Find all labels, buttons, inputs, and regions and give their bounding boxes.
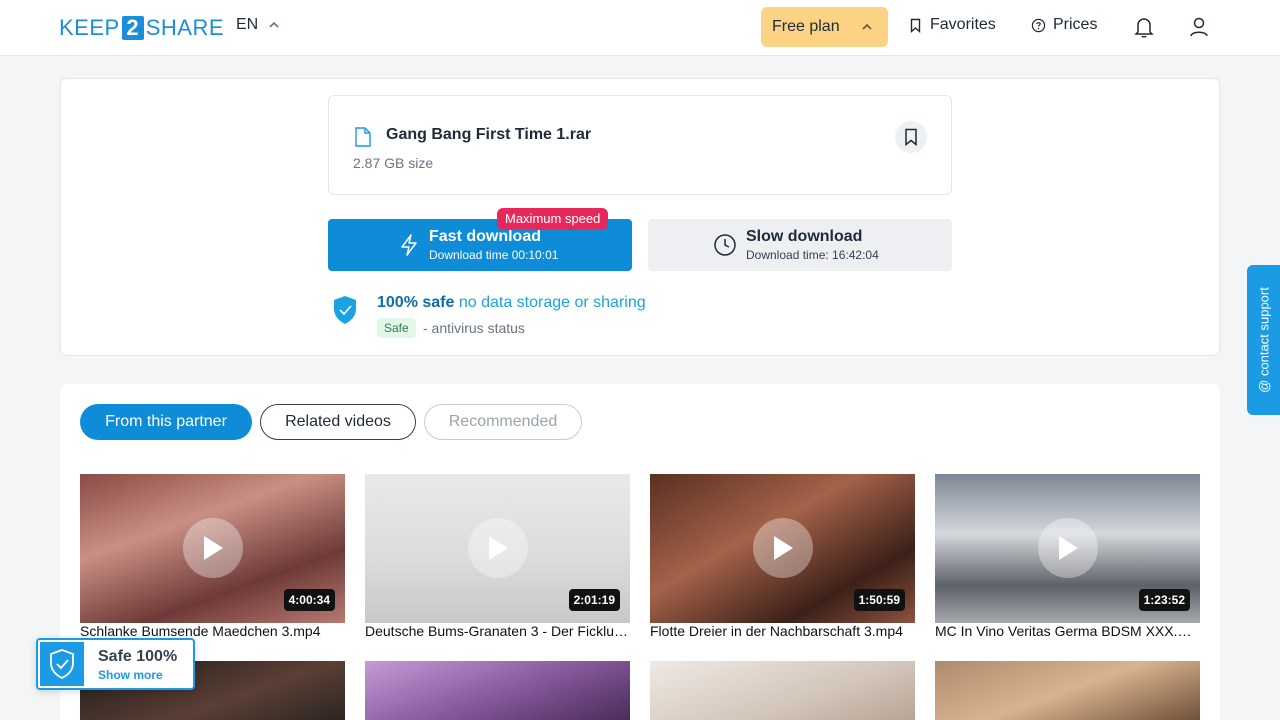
add-favorite-button[interactable] <box>895 121 927 153</box>
account-button[interactable] <box>1187 14 1211 40</box>
tab-recommended[interactable]: Recommended <box>424 404 582 440</box>
bookmark-icon <box>910 18 921 33</box>
contact-support-label: @ contact support <box>1256 287 1271 393</box>
play-icon <box>183 518 243 578</box>
favorites-label: Favorites <box>930 16 996 33</box>
free-plan-button[interactable]: Free plan <box>761 7 888 47</box>
bookmark-icon <box>905 128 917 146</box>
slow-download-title: Slow download <box>746 228 863 245</box>
chevron-up-icon <box>862 23 872 30</box>
video-title[interactable]: Deutsche Bums-Granaten 3 - Der Ficklust … <box>365 623 631 639</box>
video-duration: 1:50:59 <box>853 589 905 611</box>
prices-link[interactable]: Prices <box>1031 16 1097 34</box>
antivirus-status-text: - antivirus status <box>423 320 525 336</box>
tab-related-videos[interactable]: Related videos <box>260 404 416 440</box>
slow-download-time: Download time: 16:42:04 <box>746 248 879 262</box>
video-title[interactable]: Schlanke Bumsende Maedchen 3.mp4 <box>80 623 346 639</box>
lightning-icon <box>401 234 417 256</box>
chevron-up-icon <box>269 21 279 28</box>
file-info-card: Gang Bang First Time 1.rar 2.87 GB size <box>328 95 952 195</box>
play-icon <box>753 518 813 578</box>
video-duration: 1:23:52 <box>1138 589 1190 611</box>
help-circle-icon <box>1031 18 1046 32</box>
video-thumbnail[interactable]: 1:23:52 <box>935 474 1200 623</box>
video-thumbnail[interactable] <box>365 661 630 720</box>
file-size: 2.87 GB size <box>353 155 434 171</box>
logo-text-left: KEEP <box>59 15 120 40</box>
safety-headline-rest: no data storage or sharing <box>454 294 646 311</box>
video-duration: 2:01:19 <box>568 589 620 611</box>
user-icon <box>1190 17 1208 37</box>
favorites-link[interactable]: Favorites <box>908 16 996 34</box>
tab-from-this-partner[interactable]: From this partner <box>80 404 252 440</box>
file-icon <box>355 127 371 147</box>
language-selector[interactable]: EN <box>236 16 280 34</box>
fast-download-title: Fast download <box>429 228 541 245</box>
show-more-link[interactable]: Show more <box>98 668 163 682</box>
video-thumbnail[interactable]: 1:50:59 <box>650 474 915 623</box>
safety-headline: 100% safe no data storage or sharing <box>377 294 646 312</box>
video-thumbnail[interactable] <box>935 661 1200 720</box>
slow-download-button[interactable]: Slow download Download time: 16:42:04 <box>648 219 952 271</box>
play-icon <box>1038 518 1098 578</box>
antivirus-status-badge: Safe <box>377 318 416 338</box>
safe-widget-title: Safe 100% <box>98 648 178 665</box>
fast-download-time: Download time 00:10:01 <box>429 248 559 262</box>
video-duration: 4:00:34 <box>283 589 335 611</box>
prices-label: Prices <box>1053 16 1098 33</box>
bell-icon <box>1134 18 1154 38</box>
safety-headline-bold: 100% safe <box>377 294 455 311</box>
file-name: Gang Bang First Time 1.rar <box>386 126 592 143</box>
clock-icon <box>714 234 736 256</box>
top-header: KEEP 2 SHARE EN Free plan Favorites Prices <box>0 0 1280 56</box>
play-icon <box>468 518 528 578</box>
safe-widget[interactable]: Safe 100% Show more <box>36 638 195 690</box>
video-thumbnail[interactable]: 4:00:34 <box>80 474 345 623</box>
language-label: EN <box>236 16 259 33</box>
shield-check-icon <box>334 296 356 324</box>
shield-check-icon <box>40 642 84 686</box>
video-title[interactable]: Flotte Dreier in der Nachbarschaft 3.mp4 <box>650 623 916 639</box>
video-thumbnail[interactable]: 2:01:19 <box>365 474 630 623</box>
logo-text-right: SHARE <box>145 15 224 40</box>
contact-support-tab[interactable]: @ contact support <box>1247 265 1280 415</box>
maximum-speed-badge: Maximum speed <box>497 208 609 230</box>
video-title[interactable]: MC In Vino Veritas Germa BDSM XXX.mp4 <box>935 623 1201 639</box>
plan-label: Free plan <box>772 18 840 35</box>
video-thumbnail[interactable] <box>650 661 915 720</box>
logo-text-mid: 2 <box>121 16 144 40</box>
keep2share-logo[interactable]: KEEP 2 SHARE <box>59 15 224 41</box>
notifications-button[interactable] <box>1132 14 1156 40</box>
